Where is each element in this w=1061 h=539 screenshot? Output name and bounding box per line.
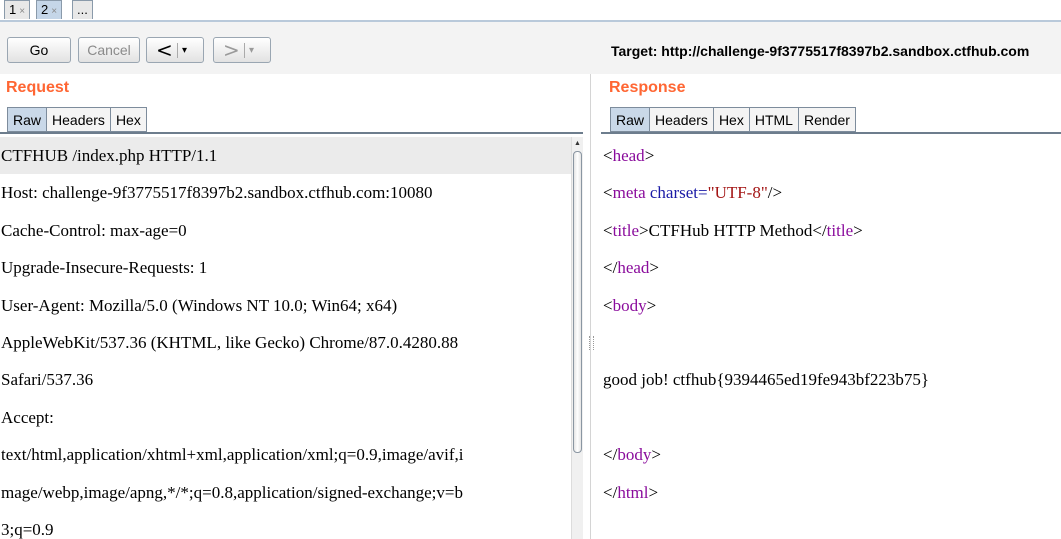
- go-button[interactable]: Go: [7, 37, 71, 63]
- repeater-tab-1[interactable]: 1 ×: [4, 0, 31, 19]
- scroll-up-icon[interactable]: ▲: [574, 140, 581, 147]
- tab-html[interactable]: HTML: [748, 107, 799, 132]
- chevron-left-icon: <: [156, 38, 173, 62]
- splitter-grip-icon[interactable]: [589, 336, 594, 350]
- pane-divider[interactable]: [590, 74, 591, 539]
- chevron-right-icon: >: [223, 38, 240, 62]
- request-editor[interactable]: CTFHUB /index.php HTTP/1.1 Host: challen…: [0, 137, 571, 539]
- html-body-open: <body>: [603, 295, 657, 315]
- tab-hex[interactable]: Hex: [712, 107, 750, 132]
- html-body-close: </body>: [603, 445, 661, 465]
- request-line: 3;q=0.9: [1, 519, 54, 539]
- dropdown-arrow-icon[interactable]: ▾: [182, 38, 187, 64]
- separator: [177, 43, 178, 58]
- close-icon[interactable]: ×: [51, 6, 57, 17]
- target-label[interactable]: Target: http://challenge-9f3775517f8397b…: [611, 43, 1029, 59]
- request-line: User-Agent: Mozilla/5.0 (Windows NT 10.0…: [1, 295, 398, 315]
- html-head-close: </head>: [603, 258, 659, 278]
- tab-label: 1: [9, 2, 17, 17]
- tab-headers[interactable]: Headers: [649, 107, 714, 132]
- repeater-tab-more[interactable]: ...: [72, 0, 93, 19]
- response-editor[interactable]: <head> <meta charset="UTF-8"/> <title>CT…: [599, 137, 1061, 539]
- tab-hex[interactable]: Hex: [109, 107, 147, 132]
- request-line: Host: challenge-9f3775517f8397b2.sandbox…: [1, 183, 433, 203]
- request-line: mage/webp,image/apng,*/*;q=0.8,applicati…: [1, 482, 463, 502]
- html-title: <title>CTFHub HTTP Method</title>: [603, 220, 863, 240]
- back-button[interactable]: < ▾: [146, 37, 204, 63]
- tab-raw[interactable]: Raw: [7, 107, 48, 132]
- html-meta: <meta charset="UTF-8"/>: [603, 183, 783, 203]
- request-line: CTFHUB /index.php HTTP/1.1: [0, 137, 571, 175]
- request-title: Request: [6, 79, 70, 96]
- html-html-close: </html>: [603, 482, 659, 502]
- close-icon[interactable]: ×: [19, 6, 25, 17]
- tab-raw[interactable]: Raw: [610, 107, 651, 132]
- cancel-button[interactable]: Cancel: [78, 37, 140, 63]
- request-line: AppleWebKit/537.36 (KHTML, like Gecko) C…: [1, 332, 459, 352]
- response-title: Response: [609, 79, 686, 96]
- response-tab-underline: [601, 132, 1061, 134]
- tab-label: ...: [77, 2, 88, 17]
- request-line: Safari/537.36: [1, 370, 94, 390]
- tab-render[interactable]: Render: [797, 107, 856, 132]
- request-line: text/html,application/xhtml+xml,applicat…: [1, 445, 464, 465]
- tab-label: 2: [41, 2, 49, 17]
- tab-headers[interactable]: Headers: [46, 107, 111, 132]
- request-line: Upgrade-Insecure-Requests: 1: [1, 258, 208, 278]
- request-view-tabs: Raw Headers Hex: [7, 107, 147, 133]
- repeater-tab-bar: 1 × 2 × ...: [0, 0, 1061, 22]
- response-view-tabs: Raw Headers Hex HTML Render: [610, 107, 856, 133]
- request-line: Accept:: [1, 407, 54, 427]
- request-line: Cache-Control: max-age=0: [1, 220, 187, 240]
- request-scrollbar[interactable]: ▲: [571, 137, 583, 539]
- scrollbar-thumb[interactable]: [573, 151, 582, 453]
- dropdown-arrow-icon[interactable]: ▾: [249, 38, 254, 64]
- repeater-tab-2[interactable]: 2 ×: [36, 0, 63, 19]
- forward-button[interactable]: > ▾: [213, 37, 271, 63]
- request-tab-underline: [0, 132, 583, 134]
- html-head-open: <head>: [603, 146, 655, 165]
- response-flag-text: good job! ctfhub{9394465ed19fe943bf223b7…: [603, 370, 930, 390]
- separator: [244, 43, 245, 58]
